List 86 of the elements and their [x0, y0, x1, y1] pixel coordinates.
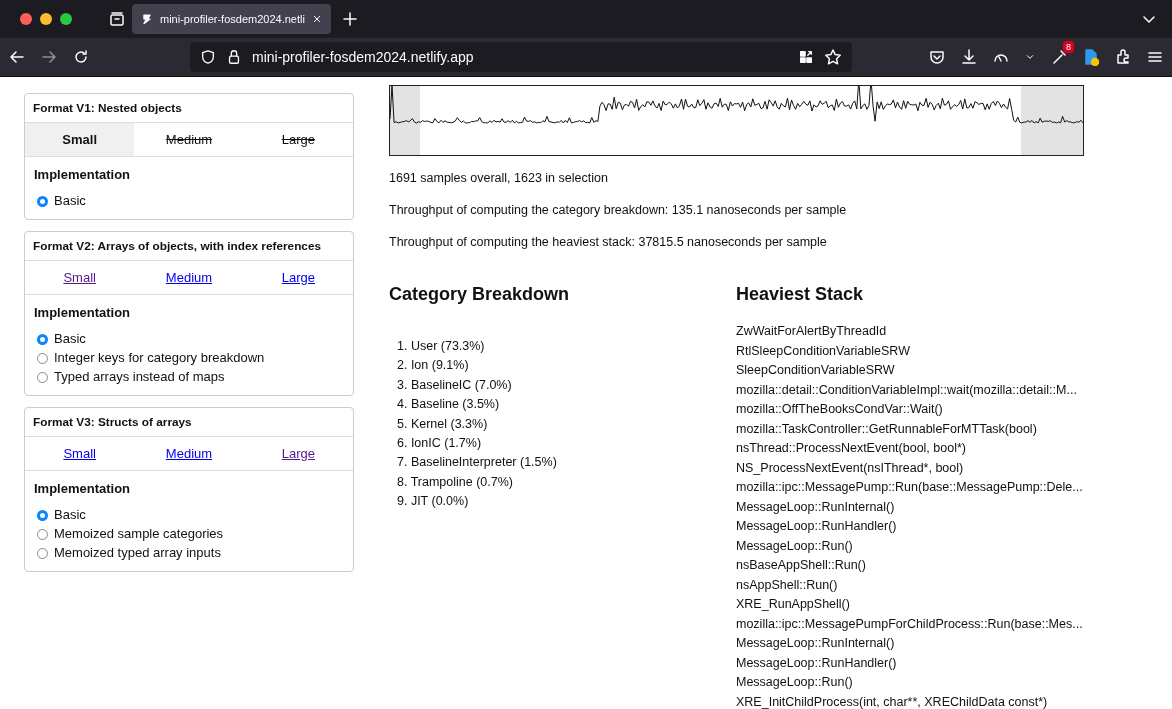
size-link[interactable]: Large [243, 437, 353, 470]
unselected-range [390, 86, 420, 155]
close-window-button[interactable] [20, 13, 32, 25]
category-item: 9. JIT (0.0%) [396, 493, 470, 511]
category-item: 7. BaselineInterpreter (1.5%) [396, 454, 558, 472]
radio-button[interactable] [37, 509, 48, 521]
unselected-range [1021, 86, 1083, 155]
qr-code-icon[interactable] [798, 49, 814, 65]
category-item: 8. Trampoline (0.7%) [396, 473, 515, 491]
radio-button[interactable] [37, 371, 48, 383]
stack-frame: mozilla::ipc::MessagePumpForChildProcess::Run(base::Mes... [736, 614, 1083, 634]
stack-frame: MessageLoop::RunInternal() [736, 497, 1083, 517]
stat-text: Throughput of computing the category breakdown: 135.1 nanoseconds per sample [389, 202, 848, 219]
extensions-icon[interactable] [1114, 48, 1132, 66]
maximize-window-button[interactable] [60, 13, 72, 25]
radio-label[interactable]: Memoized typed array inputs [54, 543, 221, 563]
stack-frame: mozilla::detail::ConditionVariableImpl::wait(mozilla::detail::M... [736, 380, 1083, 400]
notification-badge: 8 [1063, 41, 1074, 53]
size-link[interactable]: Small [25, 261, 135, 294]
stack-frame: nsAppShell::Run() [736, 575, 1083, 595]
stack-frame: mozilla::TaskController::GetRunnableForMTTask(bool) [736, 419, 1083, 439]
stat-text: 1691 samples overall, 1623 in selection [389, 170, 609, 187]
size-link[interactable]: Medium [134, 437, 244, 470]
new-tab-icon[interactable] [340, 10, 359, 28]
stat-text: Throughput of computing the heaviest stack: 37815.5 nanoseconds per sample [389, 234, 828, 251]
section-heading: Heaviest Stack [736, 284, 865, 305]
radio-label[interactable]: Basic [54, 191, 86, 211]
section-heading: Category Breakdown [389, 284, 571, 305]
stack-frame: MessageLoop::RunInternal() [736, 634, 1083, 654]
radio-button[interactable] [37, 352, 48, 364]
section-heading: Implementation [34, 481, 132, 496]
browser-tab[interactable]: mini-profiler-fosdem2024.netli [132, 4, 331, 34]
stack-frame: mozilla::ipc::MessagePump::Run(base::MessagePump::Dele... [736, 478, 1083, 498]
stack-frame: mozilla::OffTheBooksCondVar::Wait() [736, 400, 1083, 420]
size-link[interactable]: Medium [134, 261, 244, 294]
stack-frame: nsBaseAppShell::Run() [736, 556, 1083, 576]
stack-frame: MessageLoop::RunHandler() [736, 517, 1083, 537]
download-icon[interactable] [960, 48, 978, 66]
size-option: Large [243, 123, 353, 156]
section-heading: Implementation [34, 167, 132, 182]
stack-frame: ZwWaitForAlertByThreadId [736, 322, 1083, 342]
stack-frame: MessageLoop::Run() [736, 673, 1083, 693]
radio-label[interactable]: Typed arrays instead of maps [54, 367, 225, 387]
site-icon [140, 12, 154, 26]
radio-label[interactable]: Memoized sample categories [54, 524, 224, 544]
category-item: 3. BaselineIC (7.0%) [396, 376, 513, 394]
shield-icon [200, 49, 216, 65]
stack-frame: RtlSleepConditionVariableSRW [736, 341, 1083, 361]
radio-button[interactable] [37, 528, 48, 540]
panel-title: Format V3: Structs of arrays [25, 408, 353, 437]
radio-label[interactable]: Basic [54, 329, 86, 349]
stack-frame: NS_ProcessNextEvent(nsIThread*, bool) [736, 458, 1083, 478]
pocket-icon[interactable] [928, 48, 946, 66]
size-link[interactable]: Large [243, 261, 353, 294]
panel-title: Format V2: Arrays of objects, with index references [25, 232, 353, 261]
document-download-icon[interactable] [1082, 48, 1100, 66]
category-item: 4. Baseline (3.5%) [396, 396, 501, 414]
size-option: Medium [134, 123, 244, 156]
bookmark-star-icon[interactable] [824, 48, 842, 66]
size-link[interactable]: Small [25, 437, 135, 470]
back-icon[interactable] [8, 48, 26, 66]
stack-frame: MessageLoop::Run() [736, 536, 1083, 556]
forward-icon[interactable] [40, 48, 58, 66]
lock-icon [226, 49, 242, 65]
radio-label[interactable]: Basic [54, 505, 86, 525]
extension-tool-icon[interactable] [1050, 48, 1068, 66]
radio-button[interactable] [37, 195, 48, 207]
minimize-window-button[interactable] [40, 13, 52, 25]
radio-button[interactable] [37, 333, 48, 345]
category-item: 2. Ion (9.1%) [396, 357, 470, 375]
address-bar[interactable]: mini-profiler-fosdem2024.netlify.app [190, 42, 852, 72]
sample-graph[interactable] [389, 85, 1084, 156]
radio-button[interactable] [37, 547, 48, 559]
stack-frame: MessageLoop::RunHandler() [736, 653, 1083, 673]
stack-frame: XRE_InitChildProcess(int, char**, XREChildData const*) [736, 692, 1083, 709]
stack-frame: nsThread::ProcessNextEvent(bool, bool*) [736, 439, 1083, 459]
reload-icon[interactable] [72, 48, 90, 66]
section-heading: Implementation [34, 305, 132, 320]
category-item: 6. IonIC (1.7%) [396, 435, 483, 453]
tab-list-icon[interactable] [108, 10, 126, 28]
size-option[interactable]: Small [25, 123, 135, 156]
radio-label[interactable]: Integer keys for category breakdown [54, 348, 265, 368]
category-item: 1. User (73.3%) [396, 338, 486, 355]
stack-frame: SleepConditionVariableSRW [736, 361, 1083, 381]
category-item: 5. Kernel (3.3%) [396, 415, 489, 433]
stack-frame: XRE_RunAppShell() [736, 595, 1083, 615]
